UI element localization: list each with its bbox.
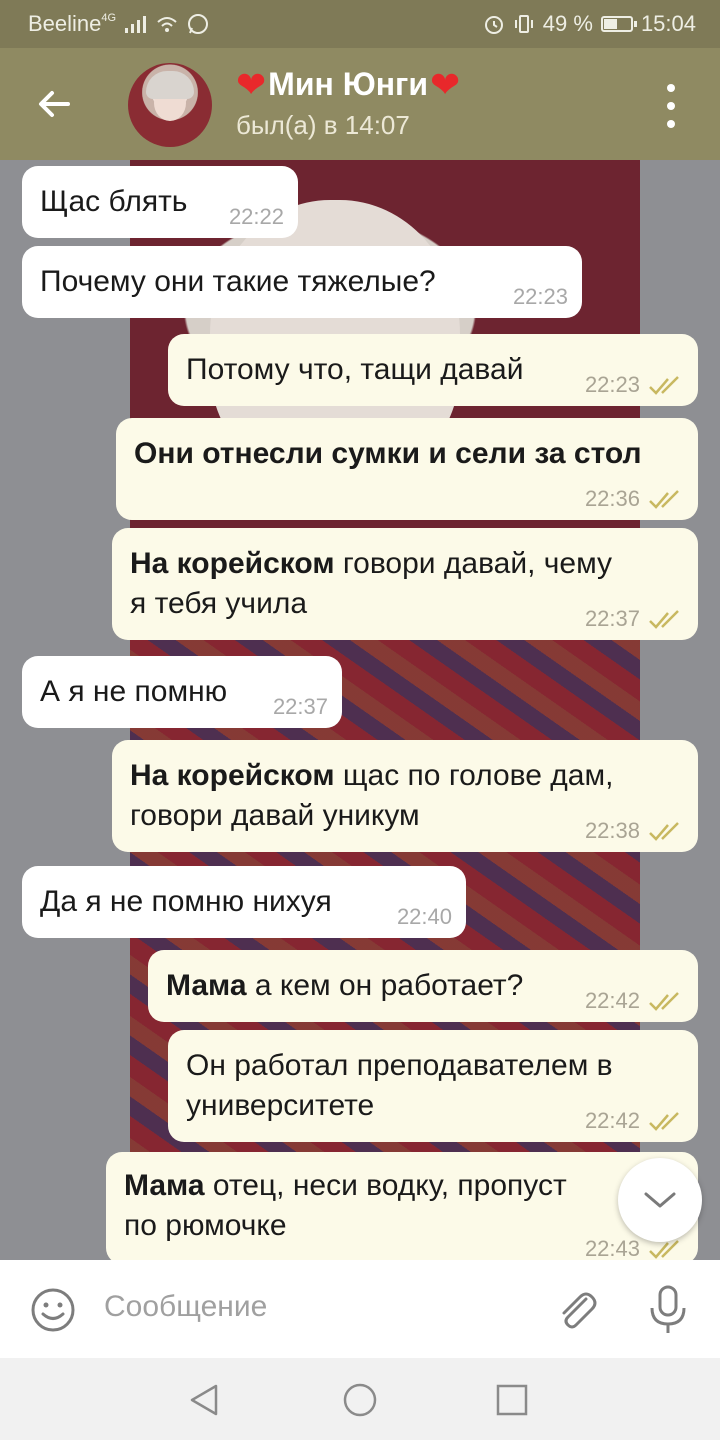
- system-nav-bar: [0, 1358, 720, 1440]
- message-text: а кем он работает?: [246, 969, 524, 1002]
- message-time: 22:42: [584, 988, 640, 1013]
- message-bold-text: На корейском: [130, 547, 335, 580]
- chat-area[interactable]: Щас блять 22:22 Почему они такие тяжелые…: [0, 160, 720, 1260]
- message-text: Да я не помню нихуя: [40, 885, 332, 918]
- network-type: 4G: [101, 12, 117, 24]
- message-text: Щас блять: [40, 185, 188, 218]
- contact-name: Мин Юнги: [268, 66, 429, 102]
- message-time: 22:22: [228, 204, 284, 229]
- message-text: Потому что, тащи давай: [186, 353, 524, 386]
- double-check-icon: [649, 992, 679, 1011]
- message-time: 22:37: [584, 606, 640, 631]
- message-time: 22:37: [272, 694, 328, 719]
- message-time: 22:23: [584, 372, 640, 397]
- message-time: 22:23: [512, 284, 568, 309]
- message-text: Почему они такие тяжелые?: [40, 265, 436, 298]
- message-time: 22:43: [584, 1236, 640, 1260]
- message-bubble[interactable]: Мама отец, неси водку, пропуст по рюмочк…: [106, 1152, 698, 1260]
- message-bubble[interactable]: Да я не помню нихуя 22:40: [22, 866, 466, 938]
- contact-title[interactable]: ❤ Мин Юнги ❤: [236, 66, 460, 103]
- wifi-icon: [157, 17, 177, 32]
- double-check-icon: [649, 822, 679, 841]
- clock: 15:04: [640, 11, 696, 36]
- message-bubble[interactable]: На корейском щас по голове дам, говори д…: [112, 740, 698, 852]
- scroll-down-button[interactable]: [618, 1158, 702, 1242]
- message-bubble[interactable]: Они отнесли сумки и сели за стол 22:36: [116, 418, 698, 520]
- message-text: А я не помню: [40, 675, 228, 708]
- nav-recents-icon[interactable]: [494, 1382, 530, 1418]
- message-bold-text: Они отнесли сумки и сели за стол: [134, 437, 642, 470]
- message-bubble[interactable]: Почему они такие тяжелые? 22:23: [22, 246, 582, 318]
- message-time: 22:40: [396, 904, 452, 929]
- heart-icon: ❤: [430, 63, 461, 105]
- message-bubble[interactable]: А я не помню 22:37: [22, 656, 342, 728]
- message-bubble[interactable]: Мама а кем он работает? 22:42: [148, 950, 698, 1022]
- double-check-icon: [649, 1112, 679, 1131]
- microphone-icon[interactable]: [646, 1284, 690, 1336]
- status-left: Beeline 4G: [28, 0, 210, 48]
- heart-icon: ❤: [236, 63, 267, 105]
- message-time: 22:36: [584, 486, 640, 511]
- message-bubble[interactable]: Он работал преподавателем в университете…: [168, 1030, 698, 1142]
- message-bubble[interactable]: Щас блять 22:22: [22, 166, 298, 238]
- carrier-label: Beeline: [28, 11, 102, 36]
- message-input-bar: Сообщение: [0, 1260, 720, 1358]
- avatar-hair: [146, 71, 194, 99]
- double-check-icon: [649, 610, 679, 629]
- paperclip-icon[interactable]: [552, 1285, 600, 1333]
- message-bubble[interactable]: Потому что, тащи давай 22:23: [168, 334, 698, 406]
- message-text: Он работал преподавателем в университете: [186, 1049, 613, 1122]
- message-bold-text: Мама: [124, 1169, 205, 1202]
- message-time: 22:42: [584, 1108, 640, 1133]
- last-seen: был(а) в 14:07: [236, 110, 410, 140]
- message-bubble[interactable]: На корейском говори давай, чему я тебя у…: [112, 528, 698, 640]
- message-bold-text: На корейском: [130, 759, 335, 792]
- alarm-icon: [484, 16, 503, 34]
- message-input[interactable]: Сообщение: [104, 1290, 267, 1324]
- chat-header: ❤ Мин Юнги ❤ был(а) в 14:07: [0, 48, 720, 160]
- double-check-icon: [649, 490, 679, 509]
- signal-icon: [125, 16, 147, 33]
- vibrate-icon: [514, 15, 533, 33]
- battery-icon: [600, 16, 637, 32]
- emoji-icon[interactable]: [30, 1287, 76, 1333]
- nav-back-icon[interactable]: [186, 1382, 222, 1418]
- chevron-down-icon: [644, 1192, 676, 1208]
- status-right: 49 % 15:04: [483, 0, 696, 48]
- status-bar: Beeline 4G 49 % 15:04: [0, 0, 720, 48]
- message-time: 22:38: [584, 818, 640, 843]
- more-vert-icon[interactable]: [656, 84, 686, 128]
- battery-percent: 49 %: [542, 11, 593, 36]
- whatsapp-icon: [188, 14, 209, 34]
- back-arrow-icon[interactable]: [32, 82, 76, 126]
- message-bold-text: Мама: [166, 969, 247, 1002]
- nav-home-icon[interactable]: [342, 1382, 378, 1418]
- double-check-icon: [649, 376, 679, 395]
- avatar[interactable]: [128, 63, 212, 147]
